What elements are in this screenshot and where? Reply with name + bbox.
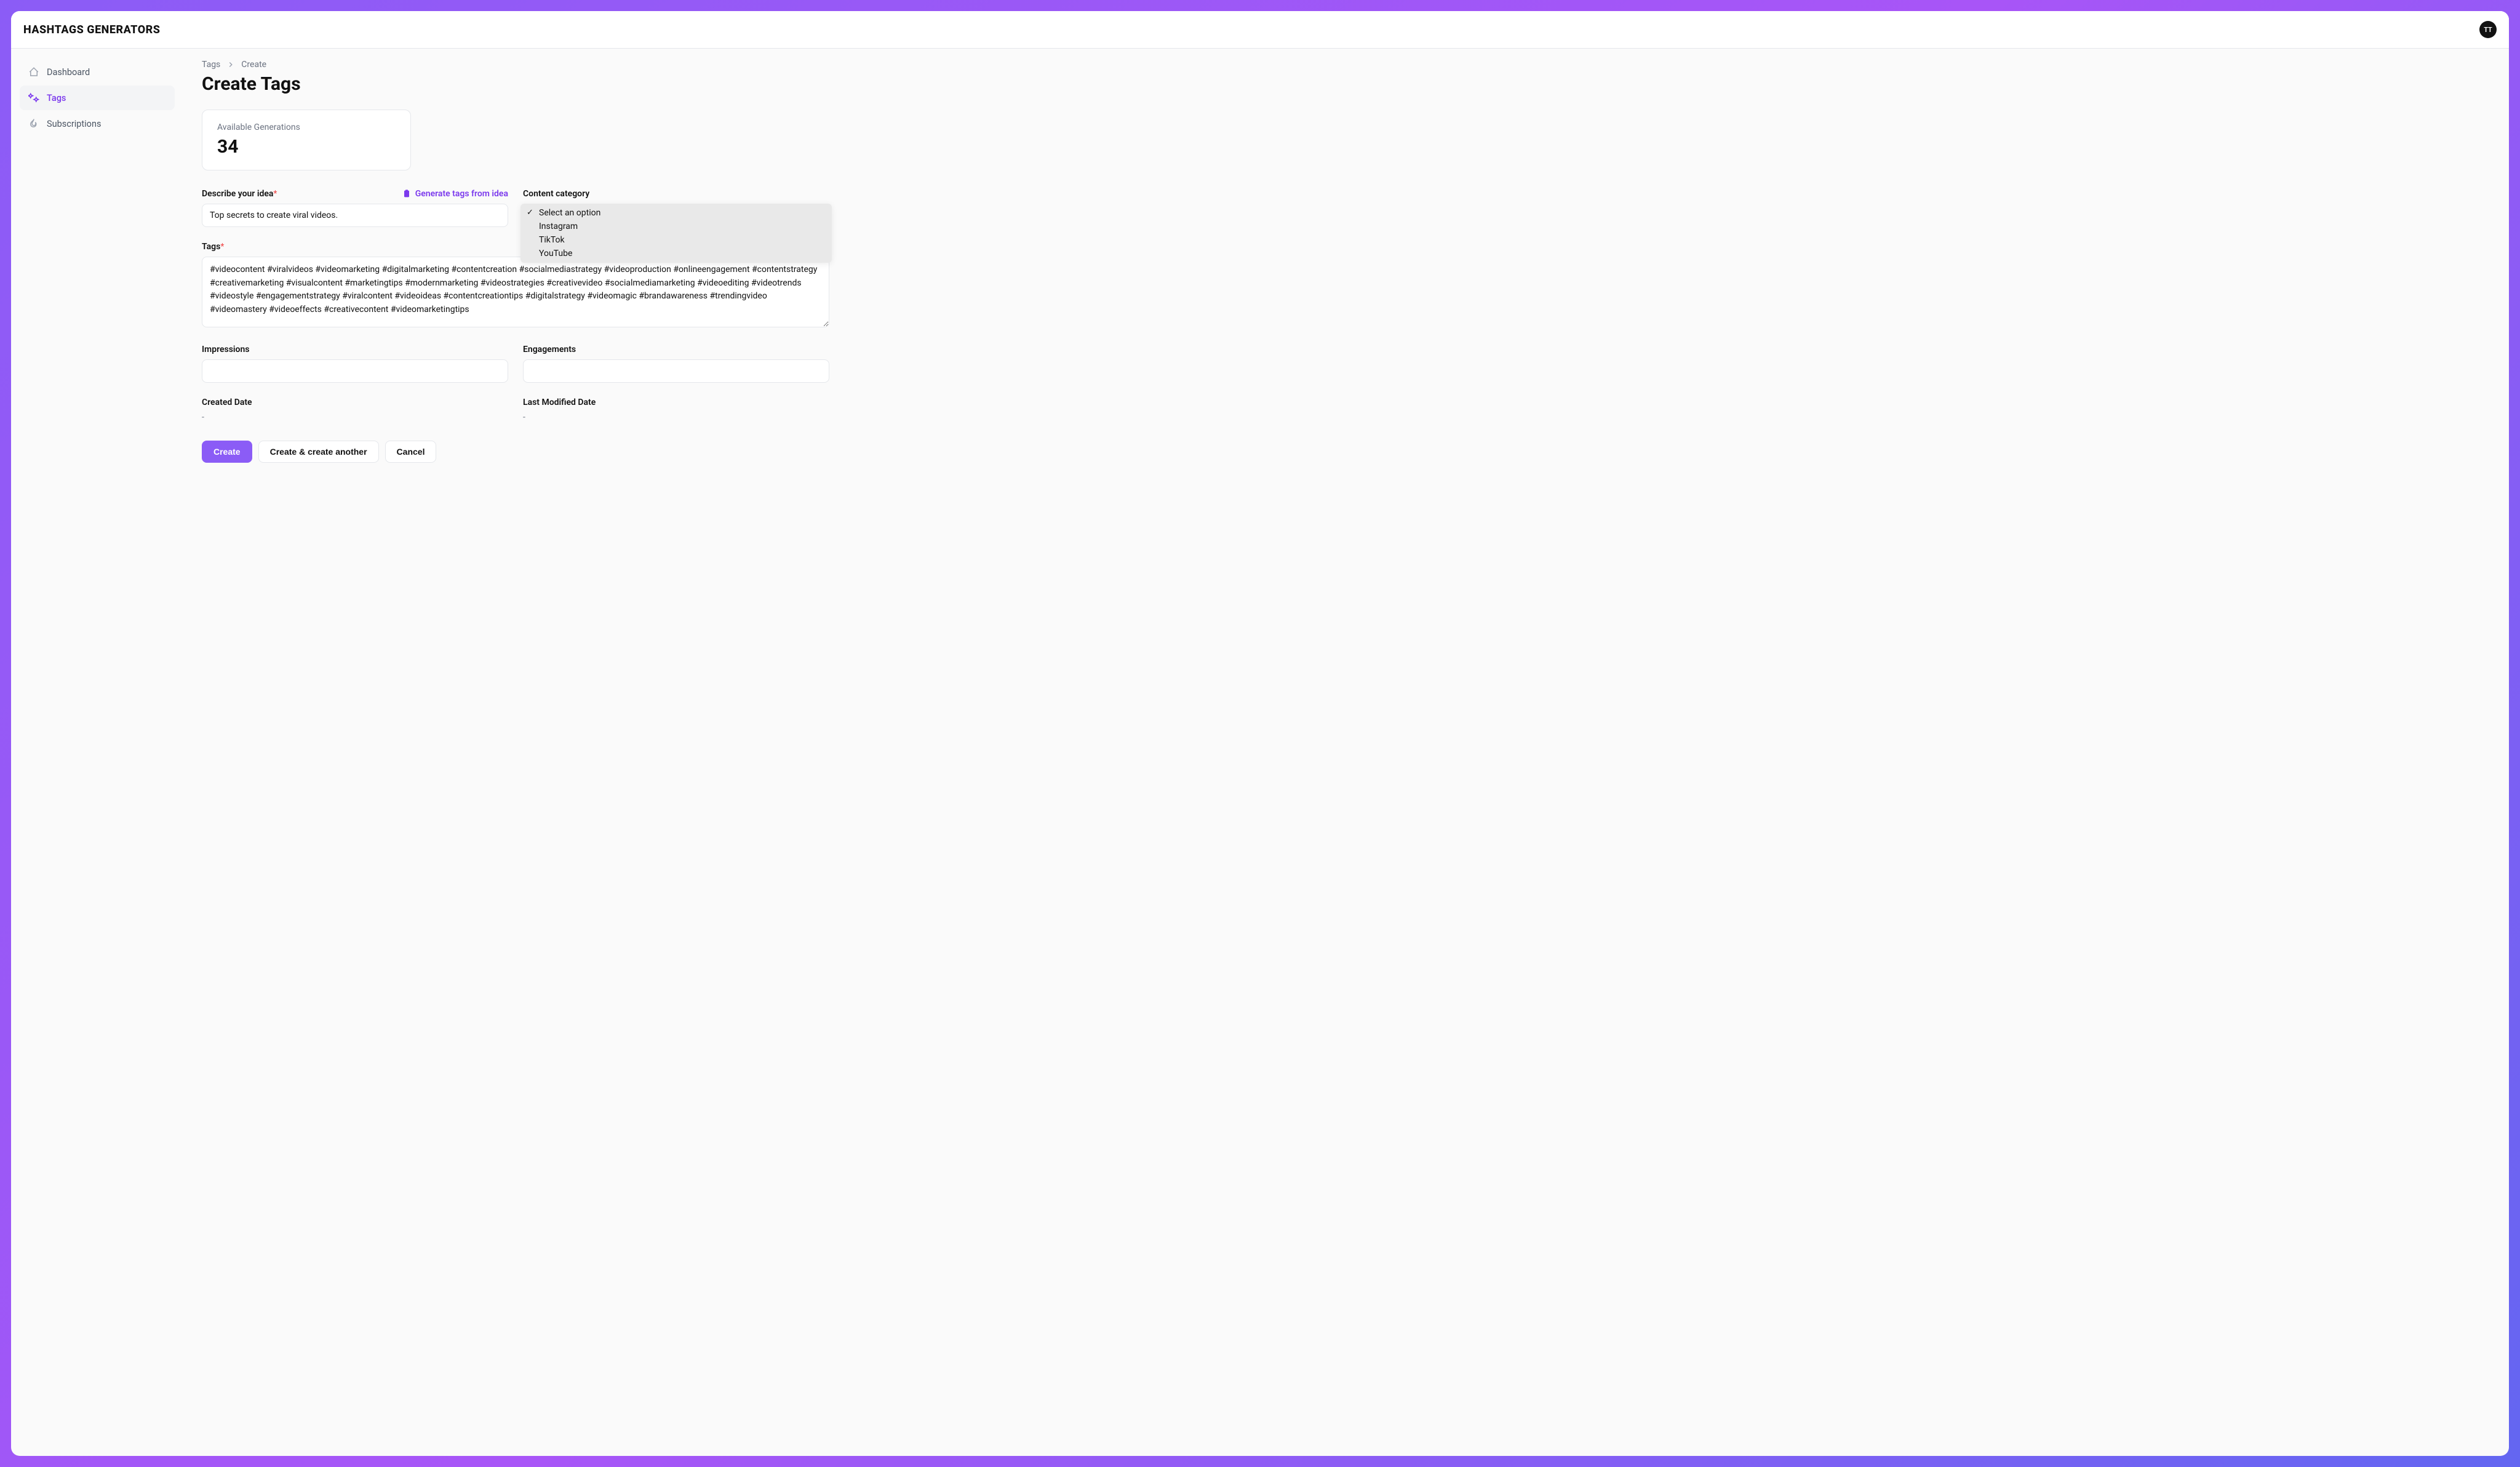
- category-option-youtube[interactable]: YouTube: [520, 247, 832, 260]
- field-modified-date: Last Modified Date -: [523, 398, 829, 422]
- field-created-date: Created Date -: [202, 398, 508, 422]
- create-another-button[interactable]: Create & create another: [258, 441, 379, 463]
- sidebar-item-label: Tags: [47, 93, 66, 103]
- sparkles-icon: [28, 92, 39, 103]
- flame-icon: [28, 118, 39, 129]
- generations-card: Available Generations 34: [202, 110, 411, 170]
- field-category: Content category Select an option Instag…: [523, 189, 829, 227]
- engagements-input[interactable]: [523, 359, 829, 383]
- category-dropdown: Select an option Instagram TikTok YouTub…: [520, 204, 832, 263]
- category-label: Content category: [523, 189, 589, 199]
- modified-label: Last Modified Date: [523, 398, 596, 407]
- category-option-instagram[interactable]: Instagram: [520, 220, 832, 233]
- sidebar-item-tags[interactable]: Tags: [20, 86, 175, 110]
- main-content: Tags Create Create Tags Available Genera…: [183, 49, 854, 1456]
- generations-value: 34: [217, 136, 396, 158]
- page-title: Create Tags: [202, 73, 829, 95]
- home-icon: [28, 66, 39, 78]
- describe-label: Describe your idea*: [202, 189, 277, 199]
- field-describe: Describe your idea* Generate tags from i…: [202, 189, 508, 227]
- clipboard-icon: [402, 189, 412, 199]
- sidebar: Dashboard Tags Subscriptions: [11, 49, 183, 1456]
- impressions-label: Impressions: [202, 345, 249, 354]
- field-engagements: Engagements: [523, 345, 829, 383]
- engagements-label: Engagements: [523, 345, 576, 354]
- created-label: Created Date: [202, 398, 252, 407]
- sidebar-item-dashboard[interactable]: Dashboard: [20, 60, 175, 84]
- created-value: -: [202, 412, 508, 422]
- breadcrumb: Tags Create: [202, 60, 829, 70]
- modified-value: -: [523, 412, 829, 422]
- category-option-tiktok[interactable]: TikTok: [520, 233, 832, 247]
- category-option-placeholder[interactable]: Select an option: [520, 206, 832, 220]
- app-window: HASHTAGS GENERATORS TT Dashboard Tags S: [11, 11, 2509, 1456]
- avatar[interactable]: TT: [2479, 21, 2497, 38]
- create-button[interactable]: Create: [202, 441, 252, 463]
- topbar: HASHTAGS GENERATORS TT: [11, 11, 2509, 49]
- sidebar-item-label: Subscriptions: [47, 119, 101, 129]
- sidebar-item-subscriptions[interactable]: Subscriptions: [20, 111, 175, 136]
- sidebar-item-label: Dashboard: [47, 67, 90, 78]
- describe-input[interactable]: [202, 204, 508, 227]
- breadcrumb-root[interactable]: Tags: [202, 60, 220, 70]
- cancel-button[interactable]: Cancel: [385, 441, 437, 463]
- generate-tags-link[interactable]: Generate tags from idea: [402, 189, 508, 199]
- tags-label: Tags*: [202, 242, 224, 252]
- chevron-right-icon: [226, 60, 235, 69]
- action-buttons: Create Create & create another Cancel: [202, 441, 829, 463]
- impressions-input[interactable]: [202, 359, 508, 383]
- generations-label: Available Generations: [217, 122, 396, 132]
- field-impressions: Impressions: [202, 345, 508, 383]
- brand-title: HASHTAGS GENERATORS: [23, 23, 160, 36]
- breadcrumb-current: Create: [241, 60, 266, 70]
- tags-textarea[interactable]: #videocontent #viralvideos #videomarketi…: [202, 257, 829, 327]
